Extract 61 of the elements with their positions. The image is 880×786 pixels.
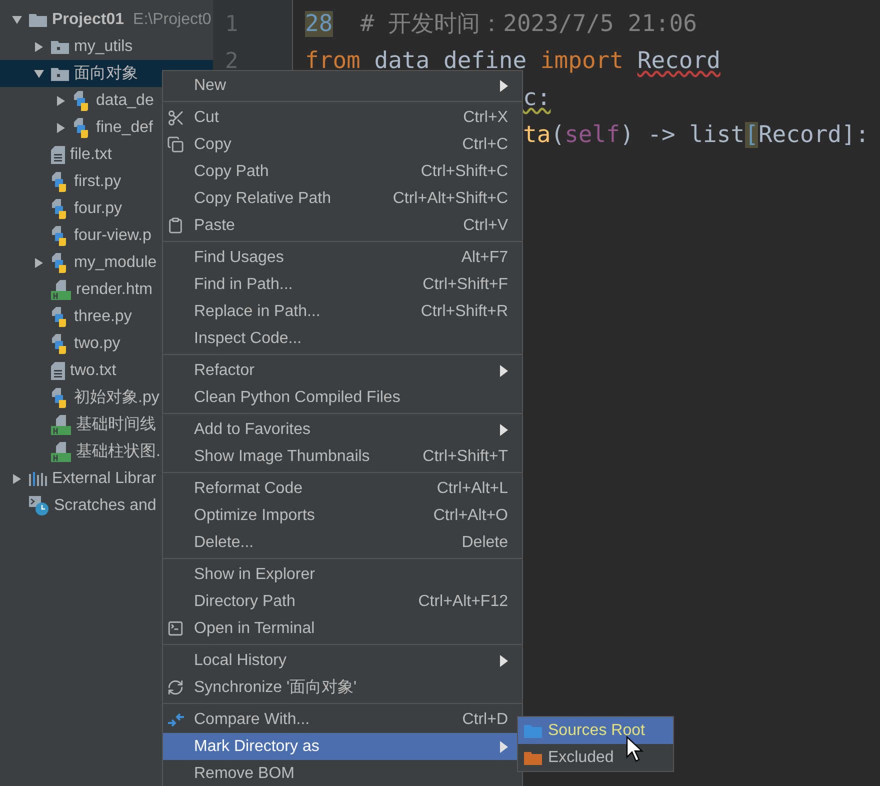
python-file-icon <box>51 226 69 246</box>
copy-icon <box>167 136 184 153</box>
html-file-icon <box>51 280 71 300</box>
menu-item[interactable]: Copy Ctrl+C <box>163 131 522 158</box>
python-file-icon <box>51 306 69 326</box>
project-path: E:\Project0 <box>133 10 212 30</box>
html-file-icon <box>51 414 71 434</box>
code-line: ta(self) -> list[Record]: <box>523 121 870 150</box>
menu-item[interactable]: Find in Path... Ctrl+Shift+F <box>163 271 522 298</box>
folder-icon <box>51 66 69 80</box>
menu-item[interactable]: Copy Path Ctrl+Shift+C <box>163 158 522 185</box>
expand-arrow-icon[interactable] <box>33 256 45 268</box>
expand-arrow-icon[interactable] <box>33 40 45 52</box>
menu-item[interactable]: Inspect Code... <box>163 325 522 352</box>
python-file-icon <box>51 198 69 218</box>
menu-item[interactable]: Directory Path Ctrl+Alt+F12 <box>163 588 522 615</box>
html-file-icon <box>51 442 71 462</box>
python-file-icon <box>51 388 69 408</box>
folder-icon <box>51 40 69 54</box>
python-file-icon <box>73 90 91 110</box>
menu-item[interactable]: Sources Root <box>518 717 673 744</box>
menu-item[interactable]: Local History <box>163 647 522 674</box>
code-line: 28 # 开发时间：2023/7/5 21:06 <box>305 10 697 39</box>
mouse-pointer-icon <box>626 736 644 762</box>
menu-item[interactable]: Optimize Imports Ctrl+Alt+O <box>163 502 522 529</box>
menu-item[interactable]: Copy Relative Path Ctrl+Alt+Shift+C <box>163 185 522 212</box>
tree-item[interactable]: Project01 E:\Project0 <box>0 6 213 33</box>
menu-item[interactable]: Find Usages Alt+F7 <box>163 244 522 271</box>
expand-arrow-icon[interactable] <box>55 122 67 134</box>
menu-item[interactable]: Clean Python Compiled Files <box>163 384 522 411</box>
python-file-icon <box>73 118 91 138</box>
scratches-icon <box>29 496 49 516</box>
menu-item[interactable]: Show in Explorer <box>163 561 522 588</box>
menu-item[interactable]: Refactor <box>163 357 522 384</box>
terminal-icon <box>167 620 184 637</box>
menu-item[interactable]: Show Image Thumbnails Ctrl+Shift+T <box>163 443 522 470</box>
menu-item[interactable]: Synchronize '面向对象' <box>163 674 522 701</box>
python-file-icon <box>51 334 69 354</box>
collapse-arrow-icon[interactable] <box>33 68 45 80</box>
menu-item[interactable]: Cut Ctrl+X <box>163 104 522 131</box>
expand-arrow-icon[interactable] <box>55 94 67 106</box>
sync-icon <box>167 679 184 696</box>
compare-icon <box>167 710 185 728</box>
python-file-icon <box>51 172 69 192</box>
folder-icon <box>29 12 47 26</box>
libraries-icon <box>29 472 47 486</box>
clipboard-icon <box>167 217 184 234</box>
menu-item[interactable]: Delete... Delete <box>163 529 522 556</box>
menu-item[interactable]: Open in Terminal <box>163 615 522 642</box>
text-file-icon <box>51 362 65 380</box>
tree-item[interactable]: my_utils <box>0 33 213 60</box>
menu-item[interactable]: Replace in Path... Ctrl+Shift+R <box>163 298 522 325</box>
menu-item[interactable]: Add to Favorites <box>163 416 522 443</box>
python-file-icon <box>51 252 69 272</box>
menu-item[interactable]: Reformat Code Ctrl+Alt+L <box>163 475 522 502</box>
expand-arrow-icon[interactable] <box>11 472 23 484</box>
code-line: c: <box>523 84 551 113</box>
scissors-icon <box>167 108 185 126</box>
menu-item[interactable]: Paste Ctrl+V <box>163 212 522 239</box>
text-file-icon <box>51 146 65 164</box>
collapse-arrow-icon[interactable] <box>11 14 23 26</box>
